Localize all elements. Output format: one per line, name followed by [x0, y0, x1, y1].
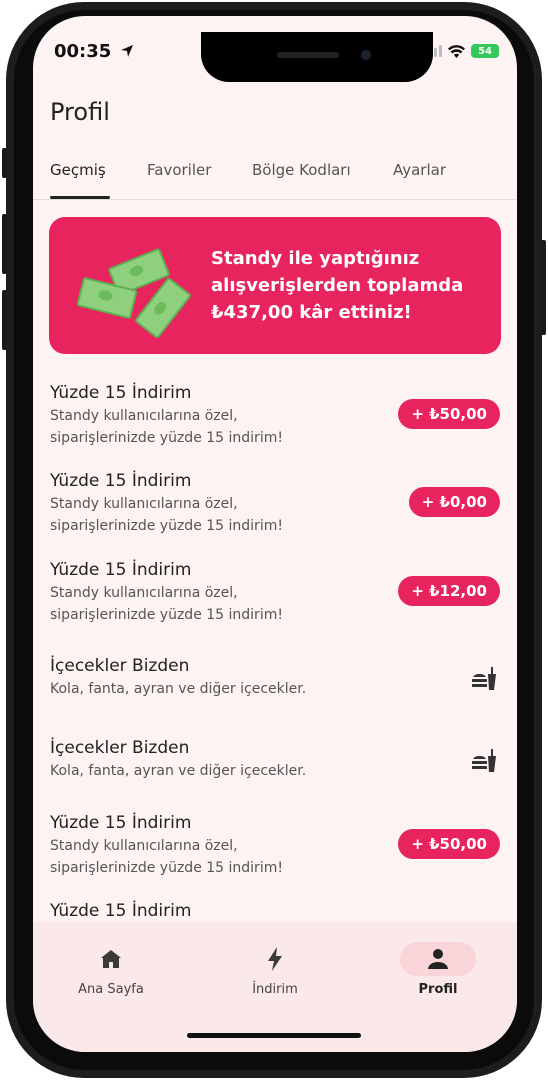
side-button-power	[541, 240, 546, 335]
list-item[interactable]: İçecekler Bizden Kola, fanta, ayran ve d…	[50, 738, 500, 782]
list-item[interactable]: Yüzde 15 İndirim Standy kullanıcılarına …	[50, 383, 500, 449]
item-desc-line: siparişlerinizde yüzde 15 indirim!	[50, 860, 283, 876]
item-description: Kola, fanta, ayran ve diğer içecekler.	[50, 681, 307, 697]
tab-bar: Geçmiş Favoriler Bölge Kodları Ayarlar	[33, 159, 517, 200]
tab-favorites[interactable]: Favoriler	[147, 161, 211, 179]
side-button-silent	[2, 148, 7, 178]
item-title: İçecekler Bizden	[50, 738, 190, 758]
home-indicator[interactable]	[187, 1033, 361, 1038]
list-item[interactable]: İçecekler Bizden Kola, fanta, ayran ve d…	[50, 656, 500, 700]
person-icon	[428, 949, 448, 969]
item-desc-line: siparişlerinizde yüzde 15 indirim!	[50, 518, 283, 534]
savings-banner: Standy ile yaptığınız alışverişlerden to…	[49, 217, 501, 354]
item-desc-line: siparişlerinizde yüzde 15 indirim!	[50, 430, 283, 446]
list-item[interactable]: Yüzde 15 İndirim Standy kullanıcılarına …	[50, 813, 500, 879]
item-description: Kola, fanta, ayran ve diğer içecekler.	[50, 763, 307, 779]
list-item[interactable]: Yüzde 15 İndirim Standy kullanıcılarına …	[50, 560, 500, 626]
front-camera	[361, 50, 371, 60]
lightning-icon	[268, 947, 282, 971]
page-title: Profil	[50, 98, 110, 126]
amount-badge: + ₺50,00	[398, 399, 500, 429]
status-time-text: 00:35	[54, 41, 112, 62]
nav-label: Ana Sayfa	[78, 982, 144, 997]
speaker-grille	[277, 52, 339, 58]
item-title: İçecekler Bizden	[50, 656, 190, 676]
nav-item-profile[interactable]: Profil	[378, 942, 498, 997]
battery-icon: 54	[471, 44, 499, 58]
nav-label: İndirim	[252, 982, 298, 997]
nav-label: Profil	[418, 982, 458, 997]
amount-badge: + ₺12,00	[398, 576, 500, 606]
app-screen: 00:35 54 Profil Geçmiş Favoriler Bölge K…	[33, 16, 517, 1052]
location-arrow-icon	[120, 45, 133, 57]
status-icons: 54	[424, 44, 499, 58]
nav-item-discount[interactable]: İndirim	[215, 942, 335, 997]
item-desc-line: siparişlerinizde yüzde 15 indirim!	[50, 607, 283, 623]
list-item[interactable]: Yüzde 15 İndirim	[50, 901, 500, 921]
amount-badge: + ₺50,00	[398, 829, 500, 859]
status-time: 00:35	[54, 41, 134, 62]
amount-badge: + ₺0,00	[408, 487, 500, 517]
notch	[201, 32, 433, 82]
tab-history[interactable]: Geçmiş	[50, 161, 106, 179]
battery-level: 54	[478, 45, 492, 57]
food-drink-icon	[472, 749, 496, 772]
list-item[interactable]: Yüzde 15 İndirim Standy kullanıcılarına …	[50, 471, 500, 537]
item-title: Yüzde 15 İndirim	[50, 901, 192, 921]
tab-settings[interactable]: Ayarlar	[393, 161, 446, 179]
nav-icon-container	[73, 942, 149, 976]
tab-region-codes[interactable]: Bölge Kodları	[252, 161, 351, 179]
side-button-volume-down	[2, 290, 7, 350]
nav-item-home[interactable]: Ana Sayfa	[51, 942, 171, 997]
nav-icon-container	[237, 942, 313, 976]
home-icon	[101, 950, 121, 968]
wifi-icon	[448, 44, 465, 58]
food-drink-icon	[472, 667, 496, 690]
nav-active-indicator	[400, 942, 476, 976]
side-button-volume-up	[2, 214, 7, 274]
savings-text: Standy ile yaptığınız alışverişlerden to…	[211, 248, 464, 323]
active-tab-indicator	[50, 196, 110, 199]
